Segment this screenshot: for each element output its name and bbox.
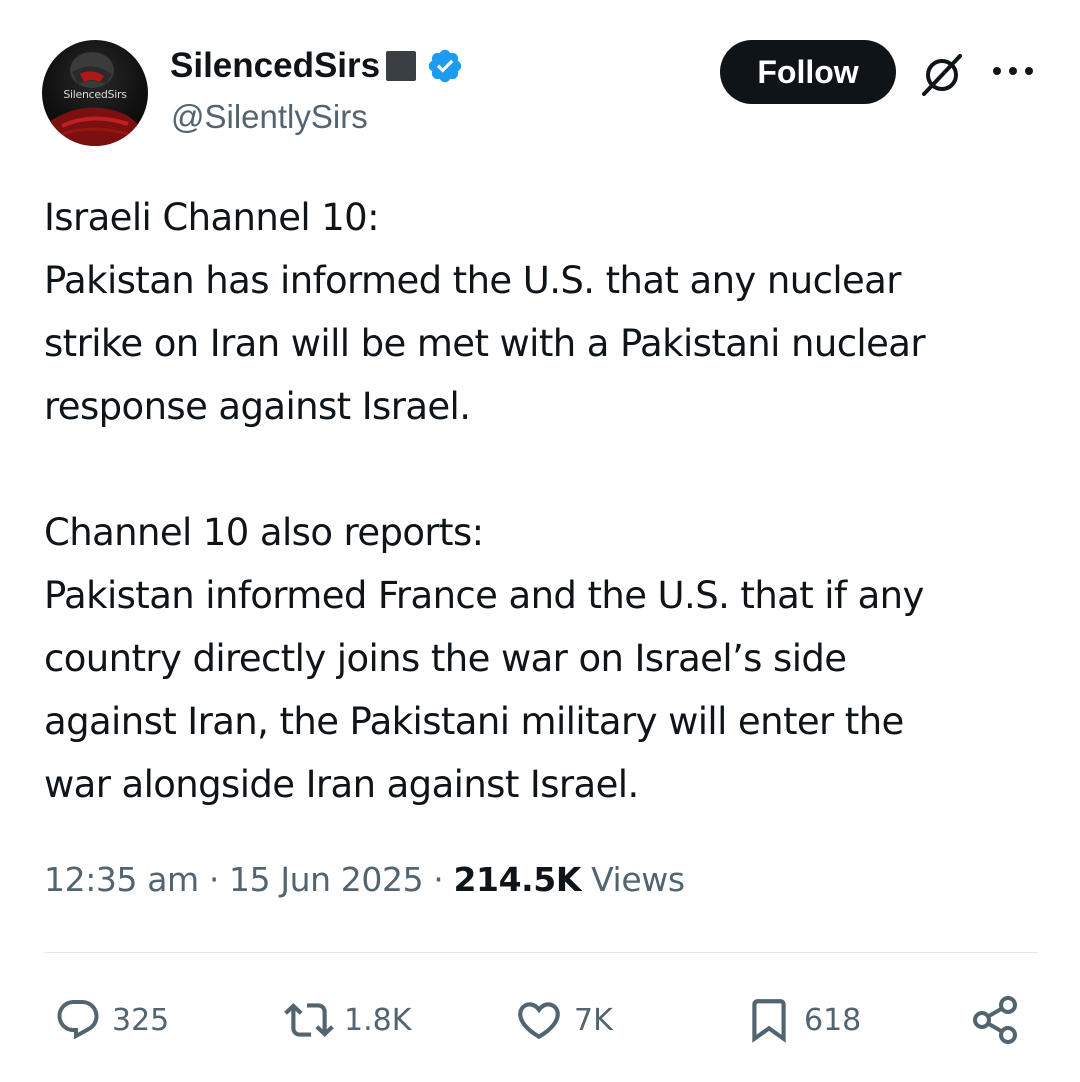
- bookmark-icon: [752, 999, 786, 1043]
- heart-icon: [518, 1002, 560, 1040]
- meta-separator: ·: [208, 860, 219, 899]
- tweet-text: Israeli Channel 10: Pakistan has informe…: [44, 186, 1044, 816]
- tweet-line: response against Israel.: [44, 385, 471, 428]
- tweet-meta: 12:35 am · 15 Jun 2025 · 214.5K Views: [44, 860, 685, 899]
- repost-count: 1.8K: [344, 1002, 412, 1038]
- tweet-line: Israeli Channel 10:: [44, 196, 380, 239]
- views-label: Views: [591, 860, 685, 899]
- slashed-circle-icon[interactable]: [918, 50, 966, 98]
- display-name[interactable]: SilencedSirs: [170, 46, 464, 86]
- like-button[interactable]: 7K: [514, 990, 613, 1050]
- verified-badge-icon[interactable]: [426, 47, 464, 85]
- tweet-line: strike on Iran will be met with a Pakist…: [44, 322, 926, 365]
- tweet-line: Channel 10 also reports:: [44, 511, 484, 554]
- reply-count: 325: [112, 1002, 170, 1038]
- avatar-logo-text: SilencedSirs: [63, 88, 127, 101]
- display-name-text[interactable]: SilencedSirs: [170, 46, 380, 86]
- avatar[interactable]: SilencedSirs: [42, 40, 148, 146]
- repost-arrows-icon: [284, 1003, 334, 1037]
- share-button[interactable]: [966, 990, 1022, 1050]
- tweet-line: country directly joins the war on Israel…: [44, 637, 847, 680]
- divider: [44, 952, 1038, 953]
- tweet-time[interactable]: 12:35 am: [44, 860, 199, 899]
- tweet-line: against Iran, the Pakistani military wil…: [44, 700, 904, 743]
- reply-bubble-icon: [57, 1000, 99, 1040]
- user-handle[interactable]: @SilentlySirs: [171, 98, 368, 136]
- tweet-date[interactable]: 15 Jun 2025: [229, 860, 424, 899]
- tweet-line: war alongside Iran against Israel.: [44, 763, 639, 806]
- repost-button[interactable]: 1.8K: [284, 990, 411, 1050]
- share-nodes-icon: [973, 996, 1017, 1044]
- follow-button[interactable]: Follow: [720, 40, 896, 104]
- bookmark-count: 618: [804, 1002, 862, 1038]
- reply-button[interactable]: 325: [54, 990, 169, 1050]
- tweet-line: Pakistan has informed the U.S. that any …: [44, 259, 901, 302]
- meta-separator: ·: [433, 860, 444, 899]
- tweet-line: Pakistan informed France and the U.S. th…: [44, 574, 924, 617]
- tweet-card: SilencedSirs SilencedSirs @SilentlySirs …: [0, 0, 1080, 1082]
- like-count: 7K: [574, 1002, 613, 1038]
- bookmark-button[interactable]: 618: [744, 990, 861, 1050]
- views-count: 214.5K: [453, 860, 582, 899]
- more-dots-icon[interactable]: [990, 56, 1036, 86]
- black-square-emoji-icon: [386, 51, 417, 81]
